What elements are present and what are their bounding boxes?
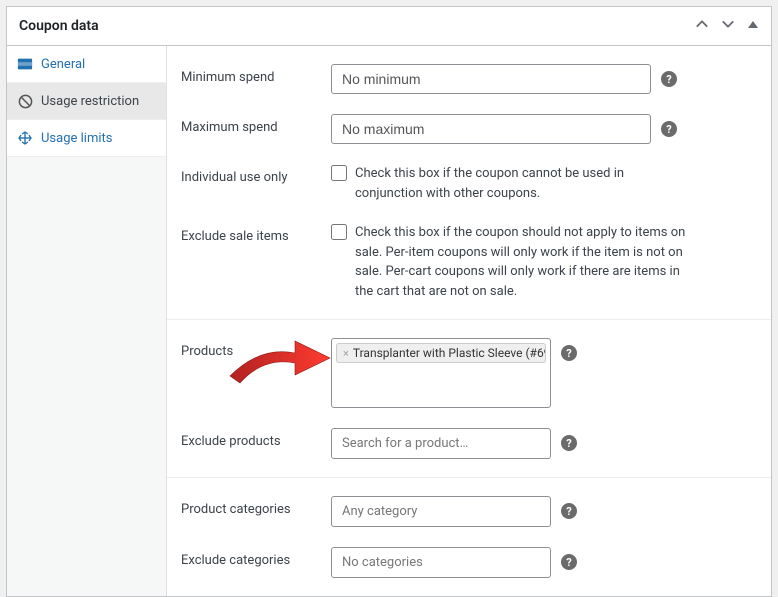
individual-use-description: Check this box if the coupon cannot be u… [355,164,691,203]
product-categories-label: Product categories [181,496,331,517]
product-categories-row: Product categories Any category ? [167,486,771,537]
exclude-categories-row: Exclude categories No categories ? [167,537,771,588]
exclude-sale-row: Exclude sale items Check this box if the… [167,213,771,311]
exclude-products-placeholder: Search for a product… [332,429,550,458]
toggle-triangle-icon[interactable] [747,18,759,34]
panel-actions [695,17,759,35]
sidebar-item-general[interactable]: General [7,46,166,83]
panel-body: General Usage restriction Usage limits M… [7,46,771,596]
help-icon[interactable]: ? [561,435,577,451]
categories-group: Product categories Any category ? Exclud… [167,478,771,596]
collapse-down-icon[interactable] [721,17,735,35]
exclude-products-row: Exclude products Search for a product… ? [167,418,771,469]
exclude-products-select[interactable]: Search for a product… [331,428,551,459]
products-row: Products × Transplanter with Plastic Sle… [167,328,771,418]
product-categories-select[interactable]: Any category [331,496,551,527]
help-icon[interactable]: ? [561,554,577,570]
sidebar-item-label: Usage restriction [41,94,139,109]
sidebar: General Usage restriction Usage limits [7,46,167,596]
sidebar-item-label: Usage limits [41,131,112,146]
help-icon[interactable]: ? [561,503,577,519]
panel-title: Coupon data [19,18,99,34]
individual-use-checkbox[interactable] [331,165,347,181]
individual-use-label: Individual use only [181,164,331,185]
maximum-spend-input[interactable] [331,114,651,144]
no-entry-icon [17,93,33,109]
limits-icon [17,130,33,146]
exclude-products-label: Exclude products [181,428,331,449]
help-icon[interactable]: ? [561,345,577,361]
tag-remove-icon[interactable]: × [343,347,349,360]
product-tag-label: Transplanter with Plastic Sleeve (#69 [353,346,546,360]
minimum-spend-row: Minimum spend ? [167,54,771,104]
help-icon[interactable]: ? [661,71,677,87]
exclude-categories-label: Exclude categories [181,547,331,568]
maximum-spend-label: Maximum spend [181,114,331,135]
sidebar-item-usage-limits[interactable]: Usage limits [7,120,166,157]
exclude-categories-placeholder: No categories [332,548,550,577]
products-label: Products [181,338,331,359]
exclude-categories-select[interactable]: No categories [331,547,551,578]
individual-use-row: Individual use only Check this box if th… [167,154,771,213]
minimum-spend-label: Minimum spend [181,64,331,85]
content-area: Minimum spend ? Maximum spend ? Individu… [167,46,771,596]
maximum-spend-row: Maximum spend ? [167,104,771,154]
sidebar-item-label: General [41,57,85,72]
spend-group: Minimum spend ? Maximum spend ? Individu… [167,46,771,320]
products-select[interactable]: × Transplanter with Plastic Sleeve (#69 [331,338,551,408]
help-icon[interactable]: ? [661,121,677,137]
exclude-sale-label: Exclude sale items [181,223,331,244]
product-tag: × Transplanter with Plastic Sleeve (#69 [336,343,546,363]
product-categories-placeholder: Any category [332,497,550,526]
products-group: Products × Transplanter with Plastic Sle… [167,320,771,478]
minimum-spend-input[interactable] [331,64,651,94]
exclude-sale-checkbox[interactable] [331,224,347,240]
coupon-data-panel: Coupon data General [6,6,772,597]
exclude-sale-description: Check this box if the coupon should not … [355,223,691,301]
collapse-up-icon[interactable] [695,17,709,35]
panel-header: Coupon data [7,7,771,46]
ticket-icon [17,56,33,72]
sidebar-item-usage-restriction[interactable]: Usage restriction [7,83,166,120]
